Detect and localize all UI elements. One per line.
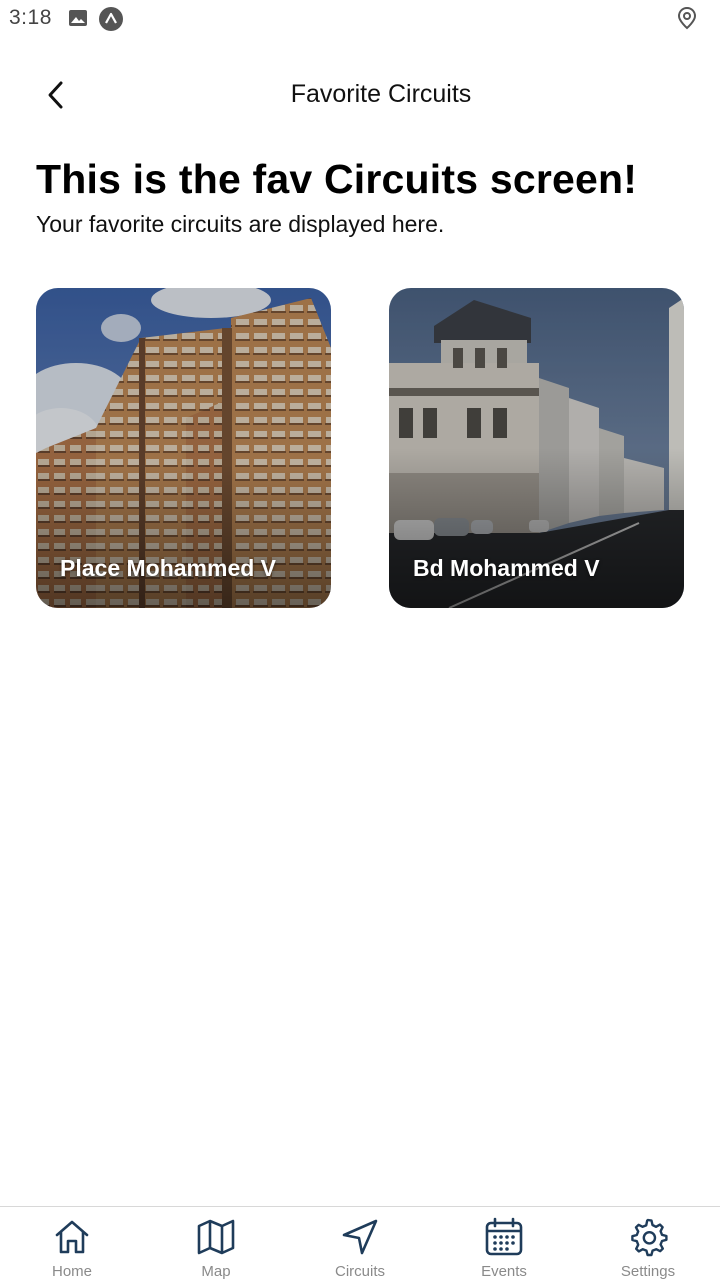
app-header: Favorite Circuits: [0, 60, 720, 130]
nav-label-circuits: Circuits: [334, 1263, 385, 1280]
circuit-card-label: Bd Mohammed V: [413, 555, 600, 581]
nav-item-settings[interactable]: Settings: [576, 1207, 720, 1280]
screen-headline: This is the fav Circuits screen!: [36, 156, 638, 202]
map-icon: [197, 1219, 235, 1255]
circuit-card-label: Place Mohammed V: [60, 555, 277, 581]
nav-label-map: Map: [201, 1263, 231, 1280]
nav-item-circuits[interactable]: Circuits: [288, 1207, 432, 1280]
favorite-circuits-grid: Place Mohammed V Bd Mohammed V: [36, 288, 684, 608]
nav-label-settings: Settings: [620, 1263, 676, 1280]
home-icon: [55, 1220, 89, 1254]
screen-subtitle: Your favorite circuits are displayed her…: [36, 211, 445, 237]
circuit-card[interactable]: Bd Mohammed V: [389, 288, 684, 608]
nav-item-map[interactable]: Map: [144, 1207, 288, 1280]
nav-label-events: Events: [481, 1263, 527, 1280]
nav-item-events[interactable]: Events: [432, 1207, 576, 1280]
gear-icon: [631, 1218, 668, 1257]
nav-item-home[interactable]: Home: [0, 1207, 144, 1280]
navigation-icon: [342, 1219, 378, 1255]
page-title: Favorite Circuits: [290, 80, 472, 108]
bottom-navigation: Home Map Circuits Events Settings: [0, 1206, 720, 1280]
location-icon: [677, 6, 697, 30]
nav-label-home: Home: [51, 1263, 92, 1280]
status-time: 3:18: [9, 6, 52, 29]
status-bar: 3:18: [0, 0, 720, 36]
calendar-icon: [485, 1217, 523, 1256]
image-icon: [69, 10, 87, 26]
circuit-card[interactable]: Place Mohammed V: [36, 288, 331, 608]
expo-icon: [99, 7, 123, 31]
